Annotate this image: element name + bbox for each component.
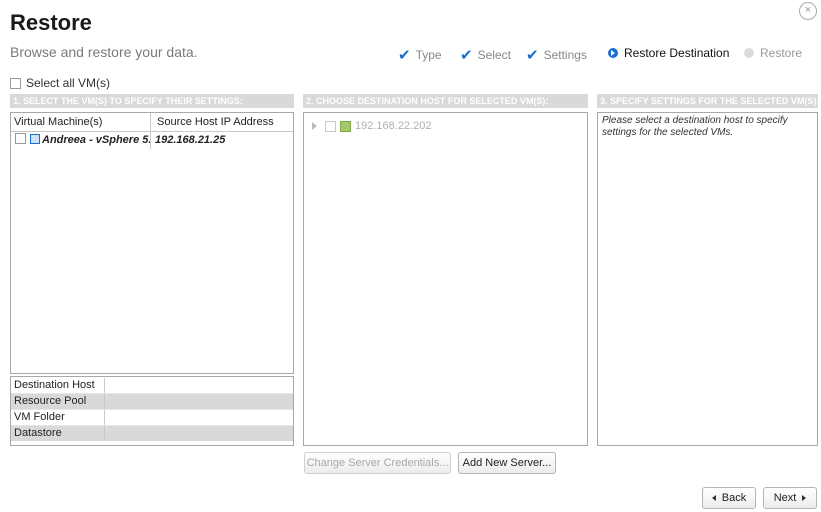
col-virtual-machine[interactable]: Virtual Machine(s) (11, 113, 151, 131)
expand-arrow-icon[interactable] (312, 122, 317, 130)
select-all-label: Select all VM(s) (26, 76, 111, 90)
circle-icon (744, 48, 754, 58)
page-title: Restore (10, 10, 92, 35)
settings-panel: Please select a destination host to spec… (597, 112, 818, 446)
select-all-row[interactable]: Select all VM(s) (10, 76, 110, 90)
section1-header: 1. SELECT THE VM(S) TO SPECIFY THEIR SET… (10, 94, 294, 108)
check-icon: ✔ (526, 47, 539, 64)
step-restore-destination: Restore Destination (608, 46, 729, 60)
step-select: ✔ Select (460, 47, 511, 64)
close-icon[interactable]: × (799, 2, 817, 20)
vm-icon (30, 134, 40, 144)
prop-destination-host: Destination Host (11, 378, 293, 394)
vm-properties: Destination Host Resource Pool VM Folder… (10, 376, 294, 446)
page-subtitle: Browse and restore your data. (10, 44, 198, 60)
vm-row-checkbox[interactable] (15, 133, 26, 144)
select-all-checkbox[interactable] (10, 77, 21, 89)
section2-header: 2. CHOOSE DESTINATION HOST FOR SELECTED … (303, 94, 588, 108)
settings-hint: Please select a destination host to spec… (602, 115, 788, 138)
host-checkbox[interactable] (325, 120, 336, 132)
prop-datastore: Datastore (11, 426, 293, 441)
col-source-ip[interactable]: Source Host IP Address (151, 113, 293, 131)
arrow-right-icon (802, 495, 807, 501)
arrow-left-icon (711, 495, 716, 501)
next-button[interactable]: Next (763, 487, 817, 509)
add-server-button[interactable]: Add New Server... (458, 452, 556, 474)
table-row[interactable]: Andreea - vSphere 5. 192.168.21.25 (11, 132, 293, 149)
change-credentials-button[interactable]: Change Server Credentials... (304, 452, 451, 474)
arrow-circle-icon (608, 48, 618, 58)
vm-name: Andreea - vSphere 5. (42, 134, 151, 146)
prop-resource-pool: Resource Pool (11, 394, 293, 410)
step-type: ✔ Type (398, 47, 442, 64)
vm-grid: Virtual Machine(s) Source Host IP Addres… (10, 112, 294, 374)
host-icon (340, 120, 351, 132)
tree-node[interactable]: 192.168.22.202 (304, 113, 587, 132)
prop-vm-folder: VM Folder (11, 410, 293, 426)
host-address: 192.168.22.202 (355, 120, 432, 132)
vm-source-ip: 192.168.21.25 (155, 134, 226, 146)
back-button[interactable]: Back (702, 487, 756, 509)
check-icon: ✔ (398, 47, 411, 64)
step-settings: ✔ Settings (526, 47, 587, 64)
check-icon: ✔ (460, 47, 473, 64)
host-tree: 192.168.22.202 (303, 112, 588, 446)
vm-grid-header: Virtual Machine(s) Source Host IP Addres… (11, 113, 293, 132)
step-restore: Restore (744, 46, 802, 60)
section3-header: 3. SPECIFY SETTINGS FOR THE SELECTED VM(… (597, 94, 818, 108)
